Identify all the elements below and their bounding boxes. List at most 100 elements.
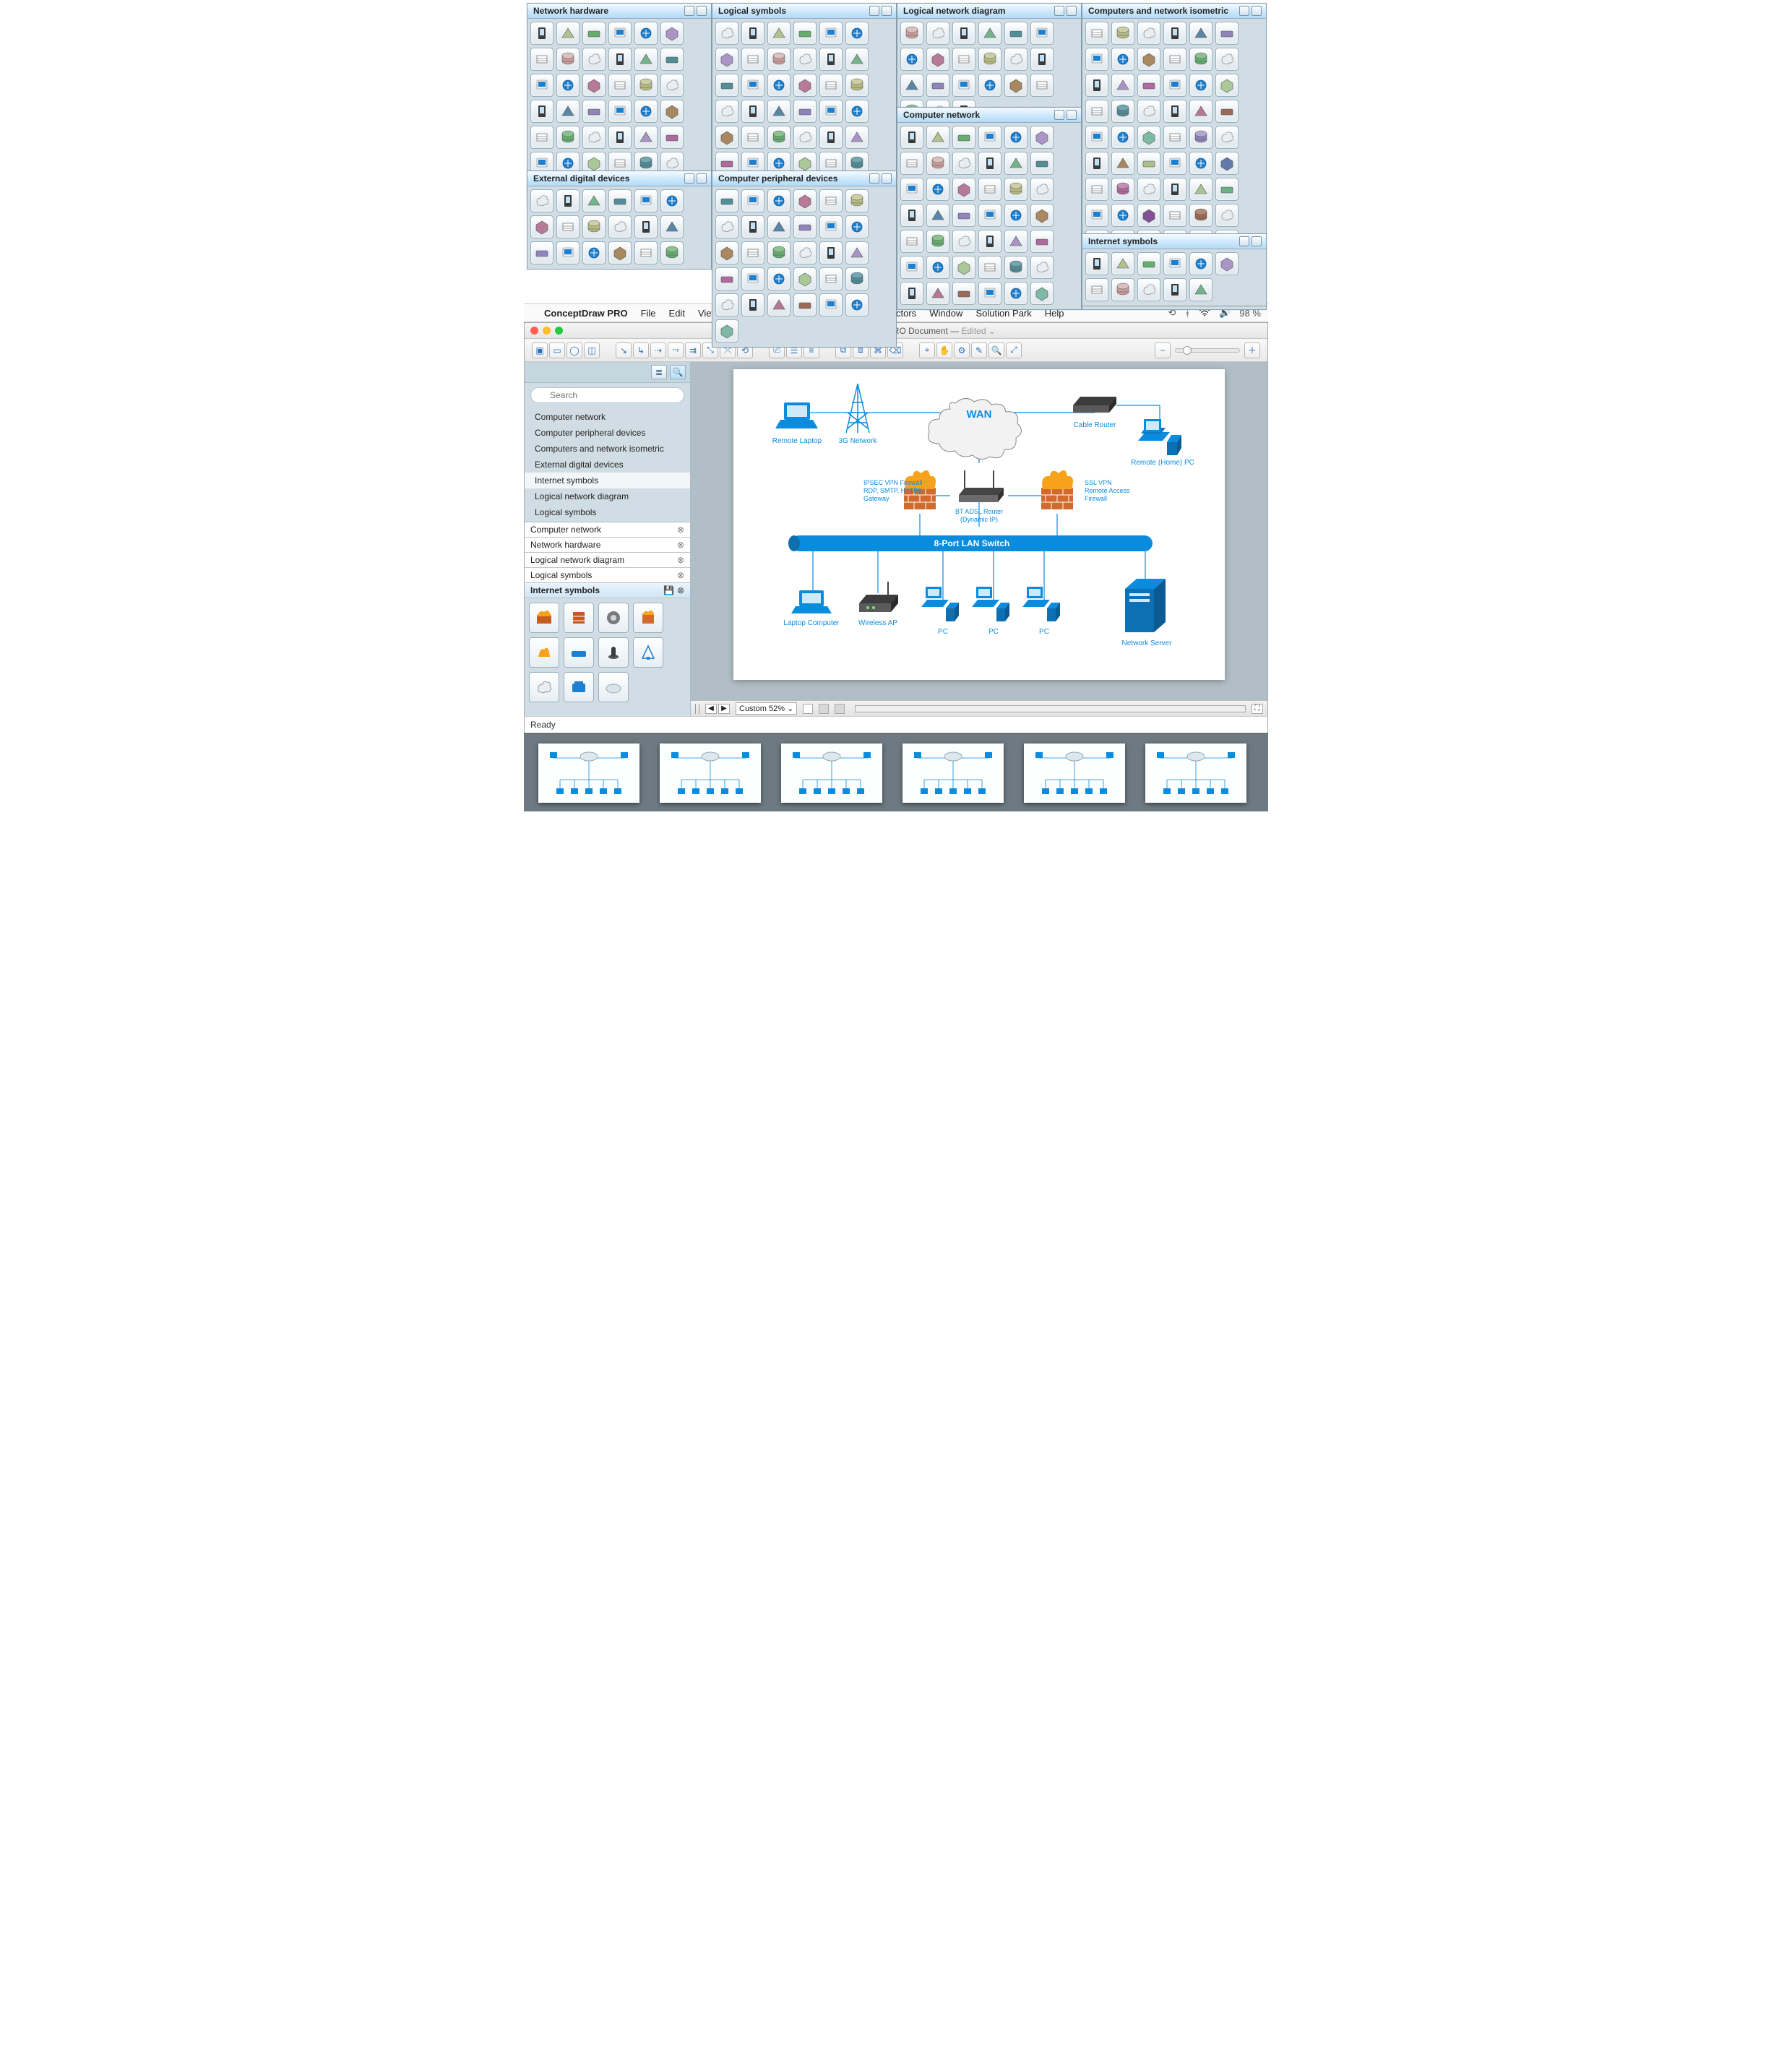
shape-cell[interactable] (978, 282, 1001, 305)
shape-cell[interactable] (715, 241, 738, 264)
shape-cell[interactable] (608, 126, 632, 149)
toolbar-button[interactable]: ⌖ (919, 342, 935, 358)
shape-cell[interactable] (845, 100, 869, 123)
internet-symbol-cell[interactable] (529, 672, 559, 702)
shape-cell[interactable] (556, 22, 580, 45)
shape-cell[interactable] (978, 178, 1001, 201)
shape-cell[interactable] (900, 282, 923, 305)
shape-cell[interactable] (1111, 100, 1134, 123)
fullscreen-button[interactable]: ⛶ (1252, 704, 1263, 714)
app-name[interactable]: ConceptDraw PRO (544, 308, 628, 319)
toolbar-button[interactable]: ⇢ (650, 342, 666, 358)
toolbar-button[interactable]: ↘ (616, 342, 632, 358)
shape-cell[interactable] (1215, 48, 1239, 71)
shape-cell[interactable] (1137, 100, 1160, 123)
close-icon[interactable] (1252, 236, 1262, 246)
shape-cell[interactable] (900, 256, 923, 279)
shape-cell[interactable] (1085, 178, 1108, 201)
toolbar-button[interactable]: ✎ (971, 342, 987, 358)
shape-cell[interactable] (1215, 126, 1239, 149)
shape-cell[interactable] (1085, 204, 1108, 227)
shape-cell[interactable] (608, 189, 632, 212)
category-item[interactable]: Computers and network isometric (525, 441, 690, 457)
shape-cell[interactable] (582, 189, 606, 212)
shape-cell[interactable] (900, 48, 923, 71)
shape-cell[interactable] (767, 241, 791, 264)
shape-cell[interactable] (900, 22, 923, 45)
shape-cell[interactable] (952, 74, 975, 97)
sidebar-tab-search[interactable]: 🔍 (670, 365, 686, 379)
shape-cell[interactable] (1163, 152, 1186, 175)
shape-cell[interactable] (1163, 22, 1186, 45)
shape-cell[interactable] (660, 215, 684, 238)
shape-cell[interactable] (1137, 204, 1160, 227)
save-icon[interactable]: 💾 (663, 585, 674, 595)
shape-cell[interactable] (1137, 152, 1160, 175)
palette-header[interactable]: Computer peripheral devices (712, 171, 896, 186)
shape-cell[interactable] (1111, 278, 1134, 301)
shape-cell[interactable] (926, 282, 949, 305)
shape-cell[interactable] (1030, 22, 1054, 45)
shape-cell[interactable] (715, 22, 738, 45)
shape-cell[interactable] (1004, 152, 1028, 175)
shape-cell[interactable] (767, 293, 791, 316)
shape-cell[interactable] (530, 22, 553, 45)
shape-cell[interactable] (1215, 204, 1239, 227)
template-thumbnail[interactable] (1145, 744, 1246, 803)
shape-cell[interactable] (715, 215, 738, 238)
shape-cell[interactable] (715, 100, 738, 123)
internet-symbol-cell[interactable] (529, 603, 559, 633)
shape-cell[interactable] (715, 74, 738, 97)
shape-cell[interactable] (741, 48, 764, 71)
shape-cell[interactable] (530, 189, 553, 212)
shape-cell[interactable] (793, 241, 817, 264)
shape-cell[interactable] (978, 230, 1001, 253)
shape-cell[interactable] (1030, 126, 1054, 149)
shape-cell[interactable] (1030, 256, 1054, 279)
shape-cell[interactable] (926, 22, 949, 45)
category-item[interactable]: Internet symbols (525, 473, 690, 488)
zoom-window-button[interactable] (555, 327, 563, 335)
shape-cell[interactable] (1111, 152, 1134, 175)
open-stencil-row[interactable]: Logical network diagram ⊗ (525, 553, 690, 568)
shape-cell[interactable] (926, 48, 949, 71)
horizontal-scrollbar[interactable] (855, 705, 1246, 712)
shape-cell[interactable] (1163, 278, 1186, 301)
shape-cell[interactable] (582, 126, 606, 149)
open-stencil-row[interactable]: Internet symbols 💾 ⊗ (525, 583, 690, 598)
shape-cell[interactable] (1163, 48, 1186, 71)
shape-cell[interactable] (1111, 178, 1134, 201)
shape-cell[interactable] (793, 48, 817, 71)
shape-cell[interactable] (608, 74, 632, 97)
shape-cell[interactable] (1030, 204, 1054, 227)
shape-cell[interactable] (926, 74, 949, 97)
palette-header[interactable]: Computers and network isometric (1082, 4, 1266, 19)
drawing-page[interactable]: WAN Remote Laptop (733, 369, 1225, 680)
shape-cell[interactable] (978, 74, 1001, 97)
close-icon[interactable]: ⊗ (677, 570, 684, 580)
shape-cell[interactable] (978, 126, 1001, 149)
close-icon[interactable] (1252, 6, 1262, 16)
shape-cell[interactable] (1004, 178, 1028, 201)
shape-cell[interactable] (556, 126, 580, 149)
shape-cell[interactable] (767, 22, 791, 45)
shape-cell[interactable] (845, 22, 869, 45)
toolbar-button[interactable]: ⤢ (1006, 342, 1022, 358)
shape-cell[interactable] (845, 126, 869, 149)
shape-cell[interactable] (608, 241, 632, 264)
palette-header[interactable]: Logical symbols (712, 4, 896, 19)
page-next-button[interactable]: ▶ (718, 704, 730, 714)
template-thumbnail[interactable] (781, 744, 882, 803)
close-window-button[interactable] (530, 327, 538, 335)
shape-cell[interactable] (952, 126, 975, 149)
shape-cell[interactable] (530, 215, 553, 238)
shape-cell[interactable] (660, 100, 684, 123)
close-icon[interactable]: ⊗ (677, 585, 684, 595)
shape-cell[interactable] (1137, 48, 1160, 71)
shape-cell[interactable] (793, 100, 817, 123)
shape-cell[interactable] (582, 100, 606, 123)
shape-cell[interactable] (978, 48, 1001, 71)
palette-header[interactable]: Internet symbols (1082, 234, 1266, 249)
zoom-slider[interactable] (1175, 348, 1240, 353)
shape-cell[interactable] (1111, 48, 1134, 71)
